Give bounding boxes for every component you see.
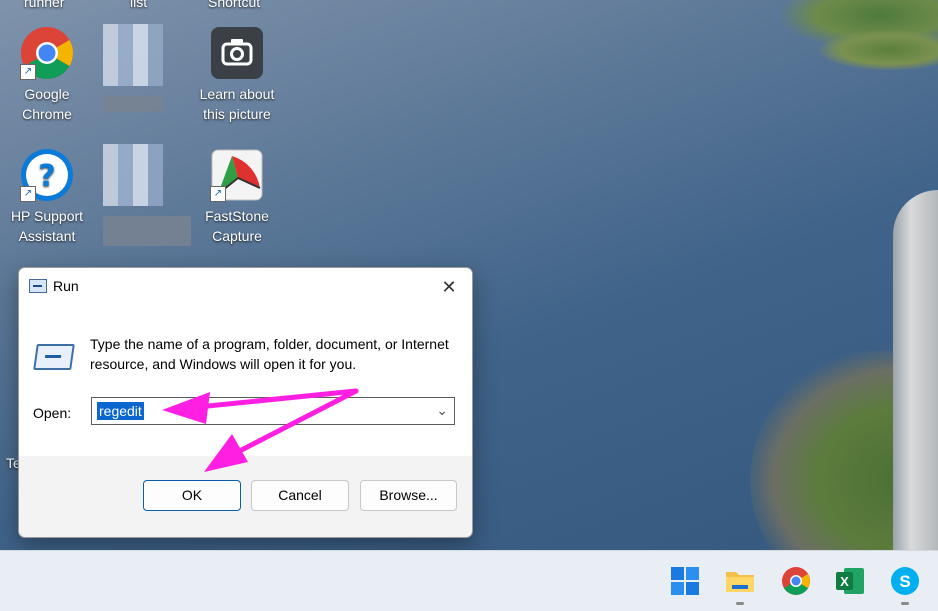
faststone-capture-icon: ↗ <box>210 148 264 202</box>
camera-icon <box>210 26 264 80</box>
desktop-icon-label: Shortcut <box>208 0 261 10</box>
icon-label: Capture <box>212 228 262 244</box>
blurred-desktop-label <box>103 216 191 246</box>
file-explorer-icon[interactable] <box>724 565 756 597</box>
blurred-desktop-icon[interactable] <box>103 144 163 206</box>
desktop-icon-label: runner <box>24 0 65 10</box>
run-icon <box>33 344 75 370</box>
excel-letter: X <box>840 574 849 589</box>
blurred-desktop-icon[interactable] <box>103 24 163 86</box>
dialog-body: Type the name of a program, folder, docu… <box>19 306 472 456</box>
running-indicator <box>736 602 744 605</box>
open-combobox[interactable]: regedit ⌄ <box>91 397 455 425</box>
running-indicator <box>901 602 909 605</box>
close-button[interactable]: ✕ <box>426 268 472 306</box>
browse-button[interactable]: Browse... <box>360 480 457 511</box>
windows-start-icon[interactable] <box>669 565 701 597</box>
icon-label: Chrome <box>22 106 72 122</box>
open-label: Open: <box>33 405 72 421</box>
bridge-road <box>893 190 938 550</box>
skype-letter: S <box>899 572 910 591</box>
desktop-icon-learn-about-picture[interactable]: Learn about this picture <box>191 26 283 124</box>
icon-label: Learn about <box>199 86 275 102</box>
chevron-down-icon[interactable]: ⌄ <box>436 402 448 419</box>
skype-icon[interactable]: S <box>889 565 921 597</box>
run-dialog[interactable]: Run ✕ Type the name of a program, folder… <box>18 267 473 538</box>
help-question-icon: ? ↗ <box>20 148 74 202</box>
run-app-icon <box>29 279 47 293</box>
icon-label: HP Support <box>10 208 84 224</box>
dialog-title: Run <box>53 278 79 294</box>
desktop-icon-label: list <box>130 0 148 10</box>
icon-label: FastStone <box>205 208 269 224</box>
island-landscape <box>820 30 938 70</box>
desktop-icon-google-chrome[interactable]: ↗ Google Chrome <box>1 26 93 124</box>
icon-label: Assistant <box>18 228 76 244</box>
ok-button[interactable]: OK <box>143 480 241 511</box>
dialog-description: Type the name of a program, folder, docu… <box>90 336 449 372</box>
open-input[interactable]: regedit <box>97 402 144 420</box>
chrome-icon: ↗ <box>20 26 74 80</box>
title-bar[interactable]: Run ✕ <box>19 268 472 306</box>
icon-label: Google <box>24 86 70 102</box>
desktop-icon-hp-support-assistant[interactable]: ? ↗ HP Support Assistant <box>1 148 93 246</box>
excel-icon[interactable]: X <box>834 565 866 597</box>
chrome-icon[interactable] <box>780 565 812 597</box>
desktop-icon-faststone-capture[interactable]: ↗ FastStone Capture <box>191 148 283 246</box>
taskbar: X S <box>0 550 938 611</box>
svg-text:?: ? <box>38 159 55 194</box>
icon-label: this picture <box>203 106 271 122</box>
cancel-button[interactable]: Cancel <box>251 480 349 511</box>
shortcut-arrow-icon: ↗ <box>20 186 36 202</box>
shortcut-arrow-icon: ↗ <box>20 64 36 80</box>
shortcut-arrow-icon: ↗ <box>210 186 226 202</box>
blurred-desktop-label <box>103 96 163 112</box>
